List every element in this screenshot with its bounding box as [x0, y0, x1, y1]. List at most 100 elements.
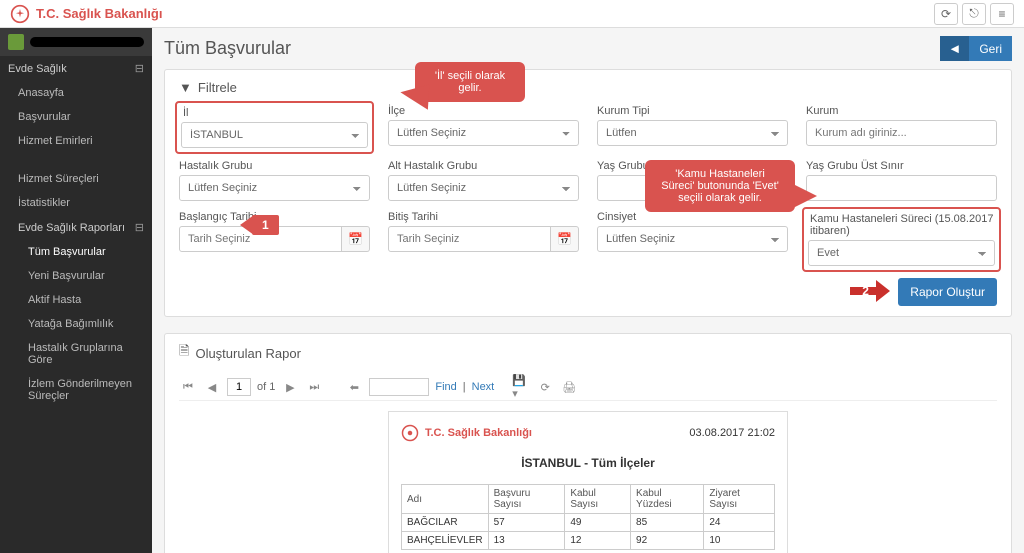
- sidebar-item-izlem-gonderilmeyen[interactable]: İzlem Gönderilmeyen Süreçler: [0, 372, 152, 408]
- sidebar-item-hastalik-gruplarina[interactable]: Hastalık Gruplarına Göre: [0, 336, 152, 372]
- il-select[interactable]: İSTANBUL: [181, 122, 368, 148]
- hastalik-select[interactable]: Lütfen Seçiniz: [179, 175, 370, 201]
- print-button[interactable]: 🖨: [560, 378, 578, 396]
- last-page-button[interactable]: ⏭: [305, 378, 323, 396]
- filter-panel: 'İl' seçili olarak gelir. 'Kamu Hastanel…: [164, 69, 1012, 317]
- filter-header-label: Filtrele: [198, 80, 237, 95]
- sidebar-item-anasayfa[interactable]: Anasayfa: [0, 81, 152, 105]
- sidebar-item-istatistikler[interactable]: İstatistikler: [0, 191, 152, 215]
- sidebar-section-raporlar[interactable]: Evde Sağlık Raporları ⊟: [0, 215, 152, 240]
- button-row: 2 Rapor Oluştur: [179, 278, 997, 306]
- table-header-row: Adı Başvuru Sayısı Kabul Sayısı Kabul Yü…: [402, 485, 775, 514]
- sidebar-section-label: Evde Sağlık Raporları: [18, 222, 125, 234]
- content-area: 1 Tüm Başvurular ◄ Geri 'İl' seçili olar…: [152, 28, 1024, 553]
- marker-1-label: 1: [252, 215, 279, 235]
- annotation-marker-1: 1: [252, 215, 279, 235]
- next-link[interactable]: Next: [472, 381, 495, 393]
- annotation-callout-kamu: 'Kamu Hastaneleri Süreci' butonunda 'Eve…: [645, 160, 795, 212]
- page-title: Tüm Başvurular: [164, 38, 291, 59]
- export-button[interactable]: 💾▾: [512, 378, 530, 396]
- alt-hastalik-select[interactable]: Lütfen Seçiniz: [388, 175, 579, 201]
- sidebar-item-tum-basvurular[interactable]: Tüm Başvurular: [0, 240, 152, 264]
- baslangic-calendar-button[interactable]: 📅: [342, 226, 370, 252]
- sidebar: Evde Sağlık ⊟ Anasayfa Başvurular Hizmet…: [0, 28, 152, 553]
- report-header: 🗎 Oluşturulan Rapor: [179, 342, 997, 364]
- bitis-input[interactable]: [388, 226, 551, 252]
- top-buttons: ⟳ ⎋ ≡: [934, 3, 1014, 25]
- kamu-select[interactable]: Evet: [808, 240, 995, 266]
- back-arrow-button[interactable]: ◄: [940, 36, 969, 61]
- back-nav-button[interactable]: ⬅: [345, 378, 363, 396]
- prev-page-button[interactable]: ◀: [203, 378, 221, 396]
- annotation-marker-2: 2: [850, 280, 890, 305]
- marker-2-label: 2: [856, 283, 875, 299]
- report-toolbar: ⏮ ◀ of 1 ▶ ⏭ ⬅ Find | Next 💾▾ ⟳ 🖨: [179, 374, 997, 401]
- logout-button[interactable]: ⎋: [962, 3, 986, 25]
- find-link[interactable]: Find: [435, 381, 456, 393]
- bitis-label: Bitiş Tarihi: [388, 211, 579, 223]
- col-basvuru: Başvuru Sayısı: [488, 485, 565, 514]
- cinsiyet-label: Cinsiyet: [597, 211, 788, 223]
- sidebar-item-aktif-hasta[interactable]: Aktif Hasta: [0, 288, 152, 312]
- hastalik-label: Hastalık Grubu: [179, 160, 370, 172]
- sidebar-item-basvurular[interactable]: Başvurular: [0, 105, 152, 129]
- sidebar-item-hizmet-surecleri[interactable]: Hizmet Süreçleri: [0, 167, 152, 191]
- collapse-icon: ⊟: [135, 221, 144, 234]
- kurum-tipi-select[interactable]: Lütfen: [597, 120, 788, 146]
- alt-hastalik-label: Alt Hastalık Grubu: [388, 160, 579, 172]
- il-label: İl: [179, 105, 370, 119]
- sidebar-section-evde-saglik[interactable]: Evde Sağlık ⊟: [0, 56, 152, 81]
- collapse-icon: ⊟: [135, 62, 144, 75]
- highlight-il: İl İSTANBUL: [175, 101, 374, 154]
- doc-timestamp: 03.08.2017 21:02: [689, 427, 775, 439]
- brand-text: T.C. Sağlık Bakanlığı: [36, 6, 162, 21]
- page-of-label: of 1: [257, 381, 275, 393]
- sidebar-item-hizmet-emirleri[interactable]: Hizmet Emirleri: [0, 129, 152, 153]
- rapor-olustur-button[interactable]: Rapor Oluştur: [898, 278, 997, 306]
- yas-ust-label: Yaş Grubu Üst Sınır: [806, 160, 997, 172]
- refresh-report-button[interactable]: ⟳: [536, 378, 554, 396]
- first-page-button[interactable]: ⏮: [179, 378, 197, 396]
- user-name-redacted: [30, 37, 144, 47]
- cinsiyet-select[interactable]: Lütfen Seçiniz: [597, 226, 788, 252]
- sidebar-section-label: Evde Sağlık: [8, 63, 67, 75]
- report-table: Adı Başvuru Sayısı Kabul Sayısı Kabul Yü…: [401, 484, 775, 550]
- menu-button[interactable]: ≡: [990, 3, 1014, 25]
- avatar: [8, 34, 24, 50]
- back-button[interactable]: Geri: [969, 36, 1012, 61]
- col-ziyaret: Ziyaret Sayısı: [704, 485, 775, 514]
- doc-brand: T.C. Sağlık Bakanlığı: [401, 424, 532, 442]
- sidebar-item-yataga-bagimlilik[interactable]: Yatağa Bağımlılık: [0, 312, 152, 336]
- calendar-icon: 📅: [348, 232, 363, 246]
- table-row: BAĞCILAR 57 49 85 24: [402, 514, 775, 532]
- report-header-label: Oluşturulan Rapor: [195, 346, 301, 361]
- page-header: Tüm Başvurular ◄ Geri: [164, 36, 1012, 61]
- user-block: [0, 28, 152, 56]
- col-adi: Adı: [402, 485, 489, 514]
- kurum-label: Kurum: [806, 105, 997, 117]
- annotation-callout-il: 'İl' seçili olarak gelir.: [415, 62, 525, 102]
- sidebar-item-yeni-basvurular[interactable]: Yeni Başvurular: [0, 264, 152, 288]
- report-panel: 🗎 Oluşturulan Rapor ⏮ ◀ of 1 ▶ ⏭ ⬅ Find …: [164, 333, 1012, 553]
- kurum-input[interactable]: [806, 120, 997, 146]
- report-document: T.C. Sağlık Bakanlığı 03.08.2017 21:02 İ…: [388, 411, 788, 553]
- kurum-tipi-label: Kurum Tipi: [597, 105, 788, 117]
- next-page-button[interactable]: ▶: [281, 378, 299, 396]
- page-number-input[interactable]: [227, 378, 251, 396]
- filter-icon: ▼: [179, 80, 192, 95]
- ilce-select[interactable]: Lütfen Seçiniz: [388, 120, 579, 146]
- kamu-label: Kamu Hastaneleri Süreci (15.08.2017 itib…: [806, 211, 997, 237]
- refresh-button[interactable]: ⟳: [934, 3, 958, 25]
- table-row: BAHÇELİEVLER 13 12 92 10: [402, 532, 775, 550]
- brand-logo-icon: [401, 424, 419, 442]
- highlight-kamu: Kamu Hastaneleri Süreci (15.08.2017 itib…: [802, 207, 1001, 272]
- report-search-input[interactable]: [369, 378, 429, 396]
- col-yuzde: Kabul Yüzdesi: [631, 485, 704, 514]
- top-bar: T.C. Sağlık Bakanlığı ⟳ ⎋ ≡: [0, 0, 1024, 28]
- calendar-icon: 📅: [557, 232, 572, 246]
- yas-ust-input[interactable]: [806, 175, 997, 201]
- brand-logo-icon: [10, 4, 30, 24]
- doc-brand-text: T.C. Sağlık Bakanlığı: [425, 427, 532, 439]
- back-button-group: ◄ Geri: [940, 36, 1012, 61]
- bitis-calendar-button[interactable]: 📅: [551, 226, 579, 252]
